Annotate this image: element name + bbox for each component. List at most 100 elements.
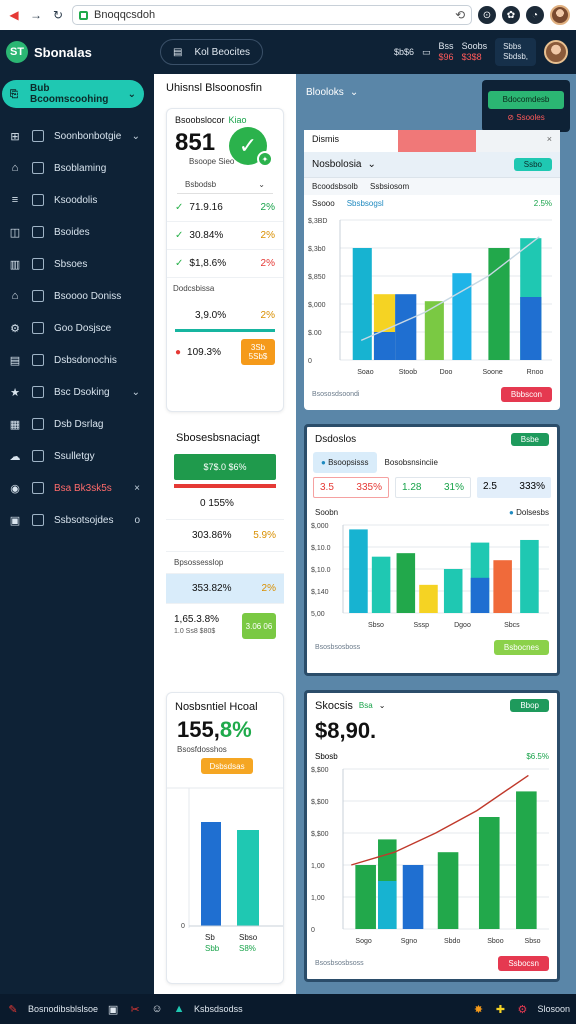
back-icon[interactable]: ◀ (6, 7, 22, 23)
sidebar-cta-button[interactable]: ⎘ Bub Bcoomscoohing ⌄ (2, 80, 144, 108)
section-label: Dodcsbissa (173, 284, 215, 293)
kpi-box[interactable]: 1.28 31% (395, 477, 471, 498)
sidebar-item-tail: ⌄ (131, 130, 140, 142)
bar (488, 248, 510, 360)
chart-pct: 2.5% (533, 199, 552, 208)
item-badge-icon (32, 514, 44, 526)
metric-row[interactable]: ✓ $1,8.6% 2% (167, 250, 283, 278)
sidebar-item-5[interactable]: ⌂ Bsoooo Doniss (0, 280, 152, 312)
sidebar-item-0[interactable]: ⊞ Soonbonbotgie ⌄ (0, 120, 152, 152)
calendar-icon: ▤ (173, 46, 183, 58)
tab-label[interactable]: Bcoodsbsolb (312, 182, 360, 191)
user-avatar[interactable] (544, 40, 568, 64)
metric-row[interactable]: 353.82% 2% (166, 574, 284, 604)
chat-icon[interactable]: ▭ (422, 47, 431, 58)
item-badge-icon (32, 194, 44, 206)
x-tick-label: Dgoo (454, 622, 471, 629)
y-tick-label: $,$00 (311, 831, 329, 838)
metric-row[interactable]: 0 155% (166, 488, 284, 520)
chevron-down-icon: ⌄ (378, 701, 386, 710)
metric-row[interactable]: ● 109.3% 3Sb 5Sb$ (167, 332, 283, 372)
flame-icon[interactable]: ✸ (471, 1002, 485, 1016)
sidebar-item-2[interactable]: ≡ Ksoodolis (0, 184, 152, 216)
metric-row[interactable]: Bpsossesslop (166, 552, 284, 574)
people-icon[interactable]: ☺ (150, 1002, 164, 1016)
panel-button[interactable]: Bsbe (510, 433, 549, 446)
bar-chart-1: $,3BD $,3b0 $,850 $,000 $.00 0 Soao Stoob Doo Soo… (308, 218, 552, 376)
sidebar-item-12[interactable]: ▣ Ssbsotsojdes o (0, 504, 152, 536)
tick-label: Sbso (239, 933, 258, 942)
comparison-card: Sbosesbsnaciagt $7$.0 $6% 0 155% 303.86%… (166, 426, 284, 668)
bar (437, 852, 459, 929)
brand-name: Sbonalas (34, 44, 92, 60)
footer-button[interactable]: Bsbocnes (493, 640, 549, 655)
panel-button[interactable]: Ssbo (513, 158, 552, 171)
secondary-action-link[interactable]: ⊘ Ssooles (507, 113, 544, 122)
sidebar-item-7[interactable]: ▤ Dsbsdonochis (0, 344, 152, 376)
tab-active[interactable]: ● Bsoopsisss (313, 452, 377, 473)
workspace-selector[interactable]: ▤ Kol Beocites (160, 39, 264, 65)
extension-icon[interactable]: ✿ (502, 6, 520, 24)
metric-row[interactable]: ✓ 71.9.16 2% (167, 194, 283, 222)
kpi-box[interactable]: 2.5 333% (477, 477, 551, 498)
tools-icon[interactable]: ✂ (128, 1002, 142, 1016)
user-menu[interactable]: Sbbs Sbdsb, (495, 38, 536, 66)
page-title: Uhisnsl Blsoonosfin (166, 82, 262, 94)
window-icon[interactable]: ▣ (106, 1002, 120, 1016)
close-icon[interactable]: × (476, 130, 560, 152)
chevron-down-icon: ⌄ (258, 180, 265, 189)
sidebar-item-label: Soonbonbotgie (54, 130, 122, 142)
metric-row[interactable]: 1,65.3.8% 1.0 Ss8 $80$ 3.06 06 (166, 604, 284, 648)
bar-chart-2: $,000 $,10.0 $,10.0 $,140 5,00 Sbso Sssp Dgoo Sb… (311, 523, 549, 629)
puzzle-icon[interactable]: ✚ (493, 1002, 507, 1016)
menu-icon[interactable]: ◔ (526, 6, 544, 24)
sidebar-item-3[interactable]: ◫ Bsoides (0, 216, 152, 248)
stat-2: Bss $96 (438, 41, 454, 62)
address-bar[interactable]: Bnoqqcsdoh ⟲ (72, 5, 472, 25)
share-icon[interactable]: ⟲ (455, 8, 465, 22)
reload-icon[interactable]: ↻ (50, 7, 66, 23)
flame-icon: ● (175, 346, 182, 358)
footer-button[interactable]: Ssbocsn (498, 956, 549, 971)
sidebar-item-4[interactable]: ▥ Sbsoes (0, 248, 152, 280)
metric-row[interactable]: 3,9.0% 2% (167, 301, 283, 329)
kpi-box[interactable]: 3.5 335% (313, 477, 389, 498)
sidebar-item-8[interactable]: ★ Bsc Dsoking ⌄ (0, 376, 152, 408)
bar (419, 584, 438, 613)
details-button[interactable]: Dsbsdsas (201, 758, 253, 774)
metric-row[interactable]: 303.86% 5.9% (166, 520, 284, 552)
tab-1[interactable]: Dismis (304, 130, 398, 152)
top-bar: ▤ Kol Beocites $b$6 ▭ Bss $96 Soobs $3$8 S… (152, 30, 576, 74)
tab-accent (398, 130, 476, 152)
store-icon[interactable]: ▲ (172, 1002, 186, 1016)
metric-row[interactable]: ✓ 30.84% 2% (167, 222, 283, 250)
settings-icon[interactable]: ⚙ (515, 1002, 529, 1016)
sidebar-item-6[interactable]: ⚙ Goo Dosjsce (0, 312, 152, 344)
tick-sublabel: Sbb (205, 944, 220, 953)
period-dropdown[interactable]: Bsbodsb ⌄ (177, 176, 273, 194)
panel-button[interactable]: Bbop (510, 699, 549, 712)
bar (355, 865, 376, 929)
sidebar-item-1[interactable]: ⌂ Bsoblaming (0, 152, 152, 184)
chart-label: Sbosb (315, 752, 338, 761)
primary-action-button[interactable]: Bdocomdesb (488, 90, 564, 109)
x-tick-label: Soao (357, 369, 373, 376)
charts-column: Blooloks ⌄ Bdocomdesb ⊘ Ssooles Dismis × … (296, 74, 576, 994)
bar (201, 822, 221, 926)
cta-label: Bub Bcoomscoohing (30, 83, 109, 105)
item-badge-icon (32, 450, 44, 462)
footer-button[interactable]: Bbbscon (500, 387, 552, 402)
y-tick-label: $,$00 (311, 767, 329, 774)
download-icon[interactable]: ⊙ (478, 6, 496, 24)
x-tick-label: Sbso (368, 622, 384, 629)
store-icon: ⌂ (11, 162, 19, 174)
sidebar-item-10[interactable]: ☁ Ssulletgy (0, 440, 152, 472)
sidebar-item-9[interactable]: ▦ Dsb Dsrlag (0, 408, 152, 440)
forward-icon[interactable]: → (28, 7, 44, 23)
profile-avatar[interactable] (550, 5, 570, 25)
item-badge-icon (32, 386, 44, 398)
sidebar-item-11[interactable]: ◉ Bsa Bk3sk5s × (0, 472, 152, 504)
tab-label[interactable]: Ssbsiosom (370, 182, 409, 191)
app-icon[interactable]: ✎ (6, 1002, 20, 1016)
tab-inactive[interactable]: Bosobsnsinciie (385, 452, 438, 473)
